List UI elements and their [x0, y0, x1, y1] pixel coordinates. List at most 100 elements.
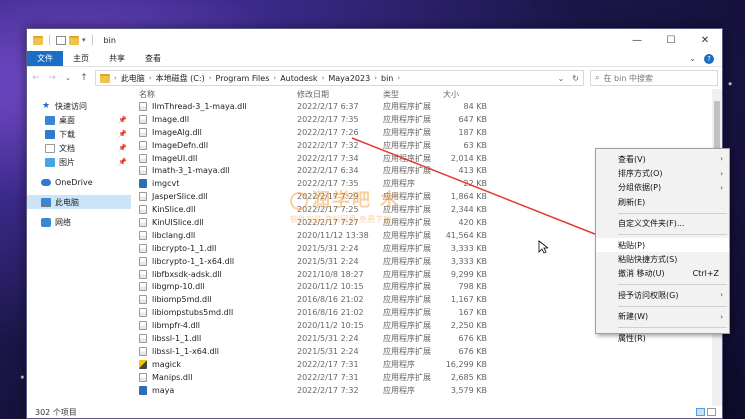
pin-icon: 📌 [118, 158, 127, 166]
context-menu-item[interactable]: 属性(R) [596, 331, 729, 345]
context-menu-item[interactable]: 自定义文件夹(F)... [596, 217, 729, 231]
file-date: 2022/2/17 6:34 [297, 166, 359, 176]
dll-file-icon [139, 308, 147, 318]
chevron-right-icon: › [720, 183, 723, 192]
chevron-right-icon[interactable]: › [114, 74, 117, 82]
context-menu-item[interactable]: 授予访问权限(G) › [596, 288, 729, 302]
tab-share[interactable]: 共享 [99, 51, 135, 66]
toolbar-divider [91, 35, 93, 45]
expand-ribbon-chevron-icon[interactable]: ⌄ [689, 54, 696, 63]
recent-locations-chevron-icon[interactable]: ⌄ [63, 74, 73, 82]
minimize-button[interactable]: — [620, 29, 654, 51]
breadcrumb-maya2023[interactable]: Maya2023 [328, 74, 370, 83]
sidebar-item-this-pc[interactable]: 此电脑 [27, 195, 131, 209]
network-icon [41, 217, 51, 227]
breadcrumb-program-files[interactable]: Program Files [216, 74, 270, 83]
forward-arrow-icon[interactable]: → [47, 73, 57, 83]
file-row[interactable]: Manips.dll 2022/2/17 7:31 应用程序扩展 2,685 KB [135, 371, 722, 384]
breadcrumb-bin[interactable]: bin [381, 74, 393, 83]
file-name-cell: KinSlice.dll [135, 205, 297, 215]
sidebar-item-documents[interactable]: 文档 📌 [27, 141, 131, 155]
search-input[interactable]: ⌕ 在 bin 中搜索 [590, 70, 718, 86]
context-menu-item[interactable]: 查看(V) › [596, 152, 729, 166]
file-row[interactable]: Image.dll 2022/2/17 7:35 应用程序扩展 647 KB [135, 113, 722, 126]
sidebar-item-downloads[interactable]: 下载 📌 [27, 127, 131, 141]
document-icon [45, 143, 55, 153]
window-controls: — ☐ ✕ [620, 29, 722, 51]
sidebar-item-onedrive[interactable]: OneDrive [27, 175, 131, 189]
help-icon[interactable]: ? [704, 53, 714, 64]
context-menu-item[interactable]: 刷新(E) [596, 195, 729, 209]
file-size: 647 KB [458, 114, 487, 124]
tab-view[interactable]: 查看 [135, 51, 171, 66]
sidebar-item-pictures[interactable]: 图片 📌 [27, 155, 131, 169]
address-bar[interactable]: › 此电脑 › 本地磁盘 (C:) › Program Files › Auto… [95, 70, 584, 86]
file-row[interactable]: ImageAlg.dll 2022/2/17 7:26 应用程序扩展 187 KB [135, 126, 722, 139]
file-name-cell: KinUISlice.dll [135, 217, 297, 227]
pin-icon: 📌 [118, 144, 127, 152]
sidebar-item-desktop[interactable]: 桌面 📌 [27, 113, 131, 127]
file-name: Imath-3_1-maya.dll [152, 166, 230, 176]
breadcrumb-autodesk[interactable]: Autodesk [280, 74, 317, 83]
menu-item-label: 新建(W) [618, 312, 649, 322]
column-header-name[interactable]: 名称 [135, 89, 297, 100]
up-arrow-icon[interactable]: ↑ [79, 73, 89, 83]
tab-file[interactable]: 文件 [27, 51, 63, 66]
menu-separator [618, 212, 727, 214]
refresh-icon[interactable]: ↻ [572, 74, 579, 83]
file-name-cell: ImageUI.dll [135, 153, 297, 163]
details-view-icon[interactable] [696, 408, 705, 416]
file-row[interactable]: maya 2022/2/17 7:32 应用程序 3,579 KB [135, 384, 722, 397]
customize-toolbar-chevron-icon[interactable]: ▾ [82, 36, 86, 44]
file-name-cell: libssl-1_1.dll [135, 333, 297, 343]
file-date: 2022/2/17 7:31 [297, 372, 359, 382]
chevron-right-icon[interactable]: › [374, 74, 377, 82]
close-button[interactable]: ✕ [688, 29, 722, 51]
sidebar-item-quick-access[interactable]: ★ 快速访问 [27, 99, 131, 113]
large-icons-view-icon[interactable] [707, 408, 716, 416]
file-row[interactable]: IlmThread-3_1-maya.dll 2022/2/17 6:37 应用程序… [135, 100, 722, 113]
column-header-date[interactable]: 修改日期 [297, 89, 383, 100]
file-date: 2020/11/2 10:15 [297, 321, 364, 331]
file-type: 应用程序扩展 [383, 230, 431, 240]
back-arrow-icon[interactable]: ← [31, 73, 41, 83]
column-header-size[interactable]: 大小 [443, 89, 487, 100]
chevron-right-icon[interactable]: › [397, 74, 400, 82]
maximize-button[interactable]: ☐ [654, 29, 688, 51]
file-date: 2022/2/17 7:32 [297, 385, 359, 395]
column-header-type[interactable]: 类型 [383, 89, 443, 100]
file-name-cell: libcrypto-1_1.dll [135, 243, 297, 253]
new-folder-icon[interactable] [69, 35, 79, 45]
chevron-right-icon: › [720, 155, 723, 164]
address-dropdown-chevron-icon[interactable]: ⌄ [558, 74, 565, 83]
file-row[interactable]: magick 2022/2/17 7:31 应用程序 16,299 KB [135, 358, 722, 371]
tab-home[interactable]: 主页 [63, 51, 99, 66]
context-menu-item[interactable]: 排序方式(O) › [596, 166, 729, 180]
pin-icon: 📌 [118, 130, 127, 138]
file-size: 798 KB [458, 282, 487, 292]
file-date: 2016/8/16 21:02 [297, 295, 364, 305]
file-size: 2,250 KB [450, 321, 487, 331]
dll-file-icon [139, 153, 147, 163]
file-type: 应用程序扩展 [383, 101, 431, 111]
menu-item-label: 自定义文件夹(F)... [618, 219, 685, 229]
navigation-pane: ★ 快速访问 桌面 📌 下载 📌 文档 📌 图片 📌 OneDrive 此电脑 … [27, 89, 131, 406]
sidebar-item-network[interactable]: 网络 [27, 215, 131, 229]
context-menu-item[interactable]: 粘贴快捷方式(S) [596, 252, 729, 266]
file-name: libiomp5md.dll [152, 295, 212, 305]
chevron-right-icon[interactable]: › [273, 74, 276, 82]
breadcrumb-this-pc[interactable]: 此电脑 [121, 73, 145, 84]
context-menu-item[interactable]: 粘贴(P) [596, 237, 729, 253]
chevron-right-icon[interactable]: › [322, 74, 325, 82]
context-menu-item[interactable]: 分组依据(P) › [596, 181, 729, 195]
file-size: 1,167 KB [450, 295, 487, 305]
search-icon: ⌕ [595, 73, 600, 82]
context-menu-item[interactable]: 新建(W) › [596, 310, 729, 324]
file-type: 应用程序扩展 [383, 256, 431, 266]
chevron-right-icon[interactable]: › [209, 74, 212, 82]
breadcrumb-local-disk[interactable]: 本地磁盘 (C:) [156, 73, 205, 84]
chevron-right-icon[interactable]: › [149, 74, 152, 82]
context-menu-item[interactable]: 撤消 移动(U) Ctrl+Z [596, 267, 729, 281]
properties-icon[interactable] [56, 35, 66, 45]
file-row[interactable]: libssl-1_1-x64.dll 2021/5/31 2:24 应用程序扩展 67… [135, 345, 722, 358]
